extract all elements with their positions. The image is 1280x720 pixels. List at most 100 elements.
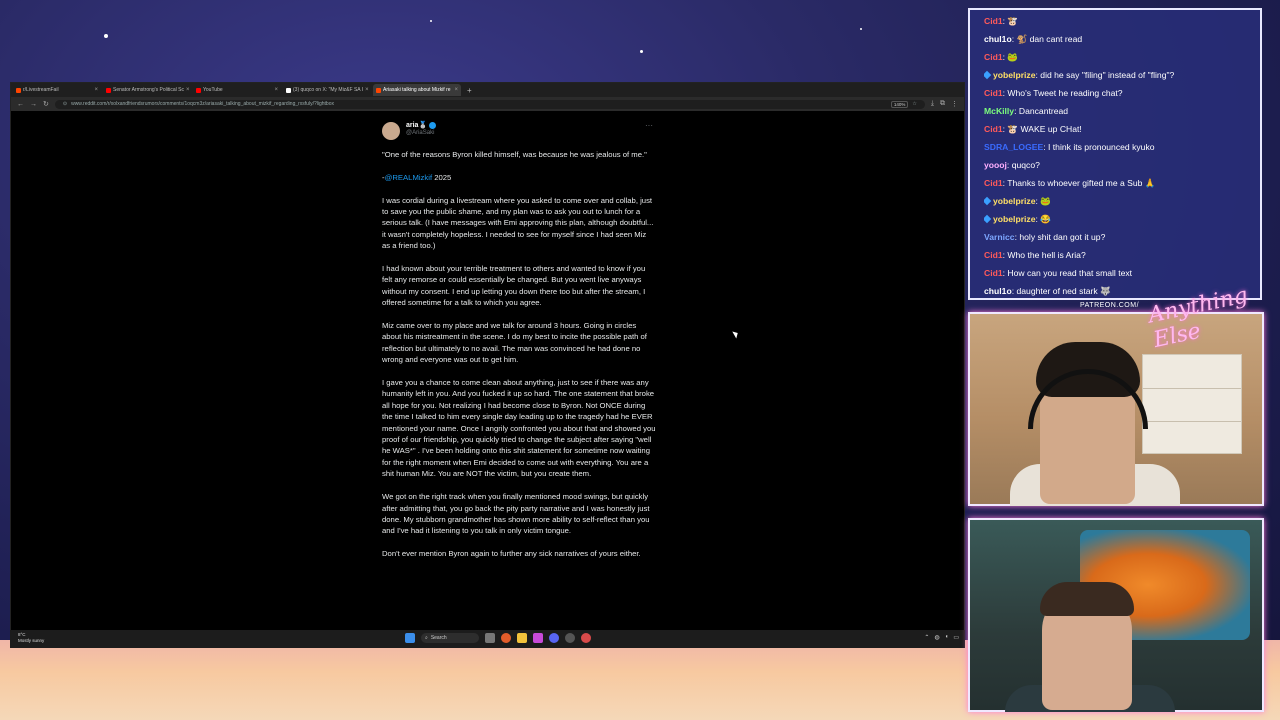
bookmark-star-icon[interactable]: ☆	[912, 101, 916, 107]
chat-text: How can you read that small text	[1007, 268, 1133, 278]
tweet-paragraph: We got on the right track when you final…	[382, 492, 650, 536]
task-view-icon[interactable]	[485, 633, 495, 643]
tweet-paragraph: "One of the reasons Byron killed himself…	[382, 150, 647, 159]
chat-text: Dancantread	[1018, 106, 1069, 116]
browser-window: r/LivestreamFail × Senator Armstrong's Po…	[10, 82, 965, 648]
chat-message: yobelprize: 🐸	[984, 192, 1260, 210]
tweet-paragraph: I gave you a chance to come clean about …	[382, 378, 656, 479]
app-icon[interactable]	[565, 633, 575, 643]
chat-message: yoooj: quqco?	[984, 156, 1260, 174]
search-icon: ⌕	[425, 635, 428, 641]
weather-widget[interactable]: 8°C Mostly sunny	[18, 632, 44, 644]
tweet-author-handle[interactable]: @AriaSaki	[406, 130, 434, 136]
chat-text: holy shit dan got it up?	[1019, 232, 1106, 242]
browser-tab[interactable]: YouTube ×	[193, 84, 281, 96]
file-explorer-icon[interactable]	[517, 633, 527, 643]
webcam-guest	[968, 518, 1264, 712]
browser-app-icon[interactable]	[501, 633, 511, 643]
system-tray: ⌃ ◍ ◖ ▭	[924, 634, 959, 641]
site-info-icon[interactable]: ⊙	[63, 101, 67, 107]
chat-text: I think its pronounced kyuko	[1048, 142, 1155, 152]
chat-message: Cid1: 🐸	[984, 48, 1260, 66]
obs-icon[interactable]	[581, 633, 591, 643]
verified-badge-icon	[429, 121, 437, 129]
chat-message: Cid1: How can you read that small text	[984, 264, 1260, 282]
chat-message: Cid1: 🐮	[984, 12, 1260, 30]
chat-message: Varnicc: holy shit dan got it up?	[984, 228, 1260, 246]
tab-close-icon[interactable]: ×	[94, 87, 98, 93]
volume-icon[interactable]: ◖	[945, 634, 949, 641]
background-star	[860, 28, 862, 30]
chat-message: Cid1: Who the hell is Aria?	[984, 246, 1260, 264]
zoom-indicator[interactable]: 140%	[890, 100, 909, 108]
chat-message: chul1o: 🐒 dan cant read	[984, 30, 1260, 48]
browser-tab-active[interactable]: Ariasaki talking about Mizkif re ×	[373, 84, 461, 96]
chat-username[interactable]: Cid1	[984, 16, 1003, 26]
tweet-body: "One of the reasons Byron killed himself…	[382, 149, 656, 571]
chat-text: daughter of ned stark 🐺	[1016, 286, 1111, 296]
chat-text: 😂	[1040, 214, 1051, 224]
reload-icon[interactable]: ↻	[43, 100, 49, 108]
browser-tab[interactable]: Senator Armstrong's Political Sc ×	[103, 84, 191, 96]
mention-link[interactable]: @REALMizkif	[385, 173, 433, 182]
tweet-paragraph: Don't ever mention Byron again to furthe…	[382, 549, 641, 559]
chat-username[interactable]: Cid1	[984, 88, 1003, 98]
tweet-paragraph: I had known about your terrible treatmen…	[382, 264, 646, 308]
chat-username[interactable]: Cid1	[984, 124, 1003, 134]
background-star	[430, 20, 432, 22]
network-icon[interactable]: ◍	[934, 634, 939, 641]
taskbar: 8°C Mostly sunny ⌕ Search ⌃ ◍ ◖ ▭	[10, 630, 965, 648]
background-star	[104, 34, 108, 38]
chat-username[interactable]: Cid1	[984, 52, 1003, 62]
chat-username[interactable]: McKilly	[984, 106, 1014, 116]
windows-start-icon[interactable]	[405, 633, 415, 643]
tweet-author-name[interactable]: aria🥈	[406, 121, 437, 129]
chat-username[interactable]: chul1o	[984, 34, 1012, 44]
address-bar-row: ← → ↻ ⊙ www.reddit.com/r/xolxandfriendsr…	[11, 97, 964, 111]
chat-message: Cid1: Who's Tweet he reading chat?	[984, 84, 1260, 102]
app-icon[interactable]	[533, 633, 543, 643]
tab-close-icon[interactable]: ×	[186, 87, 190, 93]
downloads-icon[interactable]: ⤓	[931, 100, 934, 108]
tweet-paragraph: I was cordial during a livestream where …	[382, 195, 654, 251]
chat-username[interactable]: yobelprize	[993, 196, 1036, 206]
chat-text: did he say "filing" instead of "fling"?	[1040, 70, 1175, 80]
chat-message: yobelprize: did he say "filing" instead …	[984, 66, 1260, 84]
chat-username[interactable]: SDRA_LOGEE	[984, 142, 1043, 152]
chat-message: SDRA_LOGEE: I think its pronounced kyuko	[984, 138, 1260, 156]
extensions-icon[interactable]: ⧉	[940, 100, 945, 108]
tab-close-icon[interactable]: ×	[454, 87, 458, 93]
chat-username[interactable]: yobelprize	[993, 214, 1036, 224]
chevron-up-icon[interactable]: ⌃	[924, 634, 929, 641]
tab-favicon-icon	[106, 87, 111, 93]
notification-icon[interactable]: ▭	[953, 634, 959, 641]
sub-badge-icon	[984, 70, 992, 80]
chat-username[interactable]: chul1o	[984, 286, 1012, 296]
chat-username[interactable]: Cid1	[984, 268, 1003, 278]
more-options-icon[interactable]: ···	[645, 121, 653, 130]
patreon-label: PATREON.COM/	[1080, 302, 1140, 309]
browser-tab[interactable]: (3) quqco on X: "My Miz&F SA I ×	[283, 84, 371, 96]
chat-username[interactable]: Cid1	[984, 178, 1003, 188]
shelf-line	[1143, 388, 1241, 389]
chat-username[interactable]: Varnicc	[984, 232, 1015, 242]
taskbar-search[interactable]: ⌕ Search	[421, 633, 479, 643]
chat-username[interactable]: Cid1	[984, 250, 1003, 260]
discord-icon[interactable]	[549, 633, 559, 643]
url-field[interactable]: ⊙ www.reddit.com/r/xolxandfriendsrumors/…	[54, 99, 925, 109]
chat-text: Thanks to whoever gifted me a Sub 🙏	[1007, 178, 1156, 188]
tab-favicon-icon	[376, 87, 381, 93]
back-icon[interactable]: ←	[17, 101, 24, 108]
forward-icon[interactable]: →	[30, 101, 37, 108]
menu-icon[interactable]: ⋮	[951, 100, 958, 108]
chat-username[interactable]: yoooj	[984, 160, 1007, 170]
new-tab-icon[interactable]: +	[467, 86, 472, 95]
chat-text: 🐸	[1040, 196, 1051, 206]
avatar[interactable]	[382, 122, 400, 140]
browser-tab[interactable]: r/LivestreamFail ×	[13, 84, 101, 96]
chat-text: 🐮 WAKE up CHat!	[1007, 124, 1082, 134]
tab-close-icon[interactable]: ×	[274, 87, 278, 93]
stream-chat: Cid1: 🐮 chul1o: 🐒 dan cant read Cid1: 🐸 yob…	[968, 8, 1262, 300]
chat-username[interactable]: yobelprize	[993, 70, 1036, 80]
tab-close-icon[interactable]: ×	[365, 87, 369, 93]
